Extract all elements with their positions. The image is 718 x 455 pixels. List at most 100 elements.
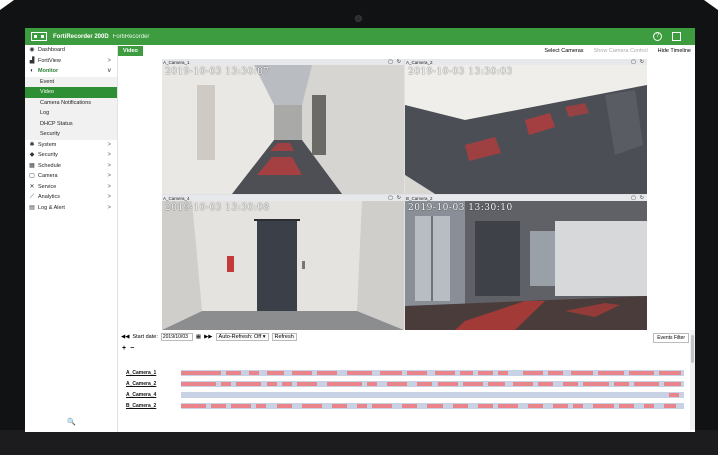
- event-segment[interactable]: [593, 403, 614, 408]
- event-segment[interactable]: [226, 370, 242, 375]
- camera-tile-4[interactable]: B_Camera_2 ▢ ↻ 2019-10-03 13:30:10: [405, 195, 647, 330]
- event-segment[interactable]: [266, 381, 277, 386]
- sidebar-item-system[interactable]: ✱ System >: [25, 140, 117, 151]
- event-segment[interactable]: [477, 370, 493, 375]
- event-segment[interactable]: [301, 403, 322, 408]
- event-segment[interactable]: [497, 370, 508, 375]
- sidebar-subitem-dhcp-status[interactable]: DHCP Status: [25, 118, 117, 129]
- auto-refresh-select[interactable]: Auto-Refresh: Off ▾: [215, 333, 269, 341]
- fullscreen-icon[interactable]: [672, 32, 681, 41]
- timeline-track[interactable]: [181, 391, 684, 398]
- camera-tile-2[interactable]: A_Camera_2 ▢ ↻ 2019-10-03 13:30:03: [405, 59, 647, 194]
- timeline-track[interactable]: [181, 402, 684, 409]
- event-segment[interactable]: [437, 381, 458, 386]
- event-segment[interactable]: [367, 381, 378, 386]
- events-filter-button[interactable]: Events Filter: [653, 333, 689, 343]
- previous-icon[interactable]: ◀◀: [121, 334, 129, 340]
- sidebar-subitem-video[interactable]: Video: [25, 87, 117, 98]
- sidebar-item-log-alert[interactable]: ▤ Log & Alert >: [25, 203, 117, 214]
- event-segment[interactable]: [221, 381, 232, 386]
- sidebar-item-dashboard[interactable]: ◉ Dashboard: [25, 45, 117, 56]
- event-segment[interactable]: [181, 370, 222, 375]
- event-segment[interactable]: [276, 403, 292, 408]
- event-segment[interactable]: [427, 403, 443, 408]
- event-segment[interactable]: [573, 403, 584, 408]
- event-segment[interactable]: [628, 370, 654, 375]
- tab-video[interactable]: Video: [118, 45, 143, 56]
- event-segment[interactable]: [211, 403, 227, 408]
- sidebar-item-security[interactable]: ◆ Security >: [25, 150, 117, 161]
- event-segment[interactable]: [291, 370, 312, 375]
- next-icon[interactable]: ▶▶: [204, 334, 212, 340]
- event-segment[interactable]: [316, 370, 337, 375]
- timeline-scrollbar[interactable]: [690, 330, 695, 430]
- event-segment[interactable]: [266, 370, 285, 375]
- event-segment[interactable]: [497, 403, 518, 408]
- event-segment[interactable]: [460, 370, 473, 375]
- event-segment[interactable]: [248, 370, 259, 375]
- event-segment[interactable]: [435, 370, 456, 375]
- event-segment[interactable]: [462, 381, 483, 386]
- hide-timeline-button[interactable]: Hide Timeline: [658, 48, 691, 54]
- sidebar-item-service[interactable]: ✕ Service >: [25, 182, 117, 193]
- event-segment[interactable]: [658, 370, 682, 375]
- event-segment[interactable]: [379, 370, 403, 375]
- event-segment[interactable]: [528, 403, 544, 408]
- event-segment[interactable]: [331, 403, 347, 408]
- sidebar-subitem-camera-notifications[interactable]: Camera Notifications: [25, 97, 117, 108]
- camera-tile-3[interactable]: A_Camera_4 ▢ ↻ 2019-10-03 13:30:08: [162, 195, 404, 330]
- sidebar-subitem-log[interactable]: Log: [25, 108, 117, 119]
- sidebar-subitem-security[interactable]: Security: [25, 129, 117, 140]
- sidebar-item-fortiview[interactable]: ▟ FortiView >: [25, 56, 117, 67]
- event-segment[interactable]: [613, 381, 629, 386]
- sidebar-item-schedule[interactable]: ▦ Schedule >: [25, 161, 117, 172]
- sidebar-item-analytics[interactable]: ⟋ Analytics >: [25, 192, 117, 203]
- help-icon[interactable]: ?: [653, 32, 662, 41]
- show-camera-control-button[interactable]: Show Camera Control: [594, 48, 648, 54]
- event-segment[interactable]: [402, 403, 418, 408]
- sidebar-subitem-event[interactable]: Event: [25, 76, 117, 87]
- event-segment[interactable]: [281, 381, 292, 386]
- zoom-in-icon[interactable]: +: [122, 345, 126, 352]
- timeline-camera-link[interactable]: A_Camera_4: [126, 392, 178, 398]
- event-segment[interactable]: [346, 370, 373, 375]
- event-segment[interactable]: [487, 381, 506, 386]
- event-segment[interactable]: [553, 403, 569, 408]
- event-segment[interactable]: [668, 392, 679, 397]
- event-segment[interactable]: [633, 381, 659, 386]
- camera-tile-1[interactable]: A_Camera_1 ▢ ↻ 2019-10-03 13:30:07: [162, 59, 404, 194]
- calendar-icon[interactable]: ▦: [196, 334, 201, 340]
- event-segment[interactable]: [452, 403, 468, 408]
- timeline-camera-link[interactable]: B_Camera_2: [126, 403, 178, 409]
- sidebar-item-camera[interactable]: ▢ Camera >: [25, 171, 117, 182]
- event-segment[interactable]: [357, 403, 368, 408]
- zoom-out-icon[interactable]: −: [130, 345, 134, 352]
- event-segment[interactable]: [477, 403, 493, 408]
- event-segment[interactable]: [618, 403, 634, 408]
- search-icon[interactable]: 🔍: [67, 418, 76, 426]
- event-segment[interactable]: [256, 403, 267, 408]
- select-cameras-button[interactable]: Select Cameras: [544, 48, 583, 54]
- event-segment[interactable]: [583, 381, 609, 386]
- event-segment[interactable]: [570, 370, 594, 375]
- event-segment[interactable]: [548, 370, 564, 375]
- event-segment[interactable]: [372, 403, 393, 408]
- event-segment[interactable]: [512, 381, 534, 386]
- timeline-track[interactable]: [181, 369, 684, 376]
- timeline-camera-link[interactable]: A_Camera_2: [126, 381, 178, 387]
- event-segment[interactable]: [387, 381, 408, 386]
- event-segment[interactable]: [181, 403, 207, 408]
- event-segment[interactable]: [417, 381, 433, 386]
- timeline-camera-link[interactable]: A_Camera_1: [126, 370, 178, 376]
- refresh-button[interactable]: Refresh: [271, 333, 297, 341]
- timeline-track[interactable]: [181, 380, 684, 387]
- event-segment[interactable]: [563, 381, 579, 386]
- start-date-input[interactable]: [160, 333, 193, 341]
- sidebar-item-monitor[interactable]: ◐ Monitor v: [25, 66, 117, 77]
- event-segment[interactable]: [523, 370, 544, 375]
- event-segment[interactable]: [643, 403, 654, 408]
- event-segment[interactable]: [326, 381, 363, 386]
- event-segment[interactable]: [663, 381, 682, 386]
- event-segment[interactable]: [598, 370, 624, 375]
- event-segment[interactable]: [663, 403, 677, 408]
